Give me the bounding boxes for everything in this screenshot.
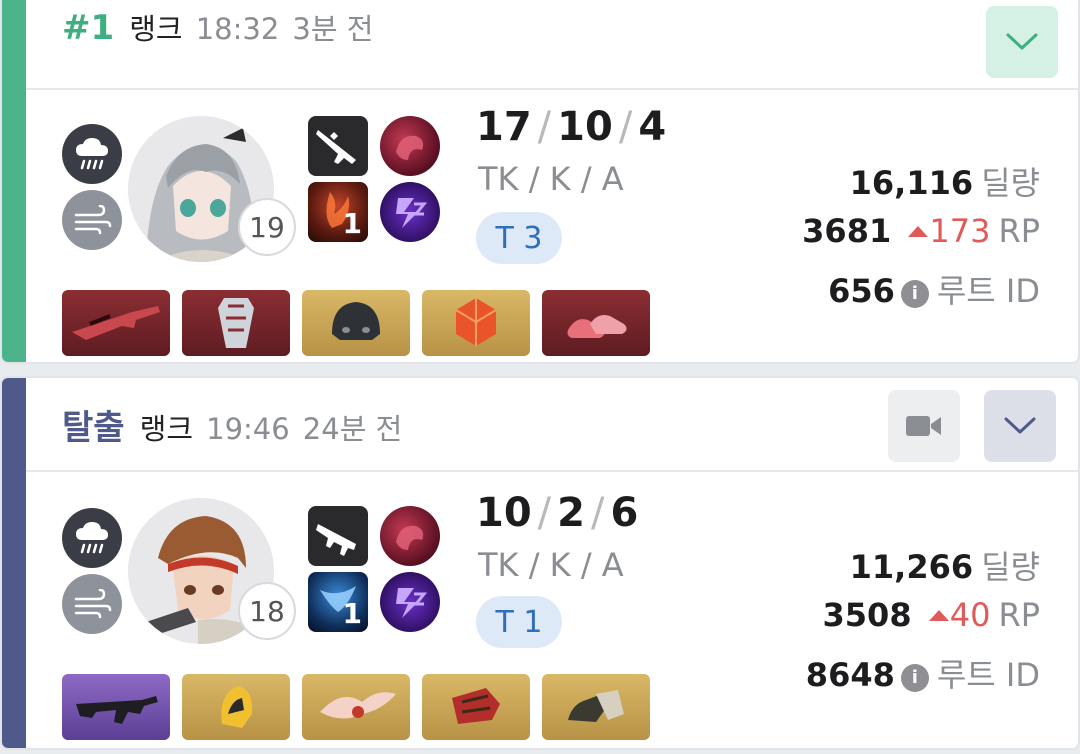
- rank-number: 탈출: [62, 408, 125, 448]
- kda-label: TK / K / A: [478, 160, 624, 198]
- skill-icon: 1: [308, 572, 368, 632]
- rank-number: #1: [62, 8, 115, 48]
- item-slot-chest[interactable]: [182, 290, 290, 356]
- helmet-icon: [332, 302, 380, 340]
- match-card: #1 랭크 18:32 3분 전 19 1 17 / 10 / 4 TK / K…: [0, 0, 1080, 364]
- match-time: 19:46: [206, 412, 290, 446]
- item-slot-leg[interactable]: [542, 674, 650, 740]
- sniper-rifle-icon: [308, 116, 368, 176]
- rain-icon: [62, 508, 122, 568]
- match-accent-bar: [2, 0, 26, 362]
- rp-change: 173: [929, 212, 991, 250]
- tier-badge: T 3: [476, 212, 562, 264]
- damage-value: 11,266: [849, 548, 974, 586]
- match-accent-bar: [2, 378, 26, 748]
- dice-icon: [455, 298, 497, 346]
- item-slot-head[interactable]: [182, 674, 290, 740]
- rp-stat: 3681 173 RP: [802, 212, 1040, 250]
- trait-icon-secondary: [380, 572, 440, 632]
- kda-a: 4: [638, 104, 667, 150]
- video-camera-icon: [906, 416, 941, 436]
- rp-unit: RP: [998, 596, 1040, 634]
- expand-button[interactable]: [984, 390, 1056, 462]
- chevron-down-icon: [1006, 33, 1038, 50]
- item-slot-head[interactable]: [302, 290, 410, 356]
- item-slot-weapon[interactable]: [62, 674, 170, 740]
- trait-icon-primary: [380, 506, 440, 566]
- wind-icon: [62, 574, 122, 634]
- tier-badge: T 1: [476, 596, 562, 648]
- route-id-label: 루트 ID: [936, 656, 1040, 694]
- match-header: #1 랭크 18:32 3분 전: [26, 0, 1078, 90]
- kda-a: 6: [610, 490, 639, 536]
- damage-stat: 16,116 딜량: [850, 158, 1040, 204]
- rp-change: 40: [949, 596, 991, 634]
- match-time: 18:32: [195, 12, 280, 46]
- skill-level: 1: [342, 207, 362, 240]
- shoes-icon: [567, 315, 627, 338]
- item-slot-chest[interactable]: [302, 674, 410, 740]
- damage-stat: 11,266 딜량: [850, 542, 1040, 588]
- assault-rifle-icon: [308, 506, 368, 566]
- route-stat: 656 i 루트 ID: [828, 266, 1040, 312]
- wing-icon: [320, 692, 396, 719]
- gauntlet-icon: [452, 688, 500, 724]
- damage-unit: 딜량: [981, 548, 1040, 586]
- rp-value: 3508: [822, 596, 912, 634]
- trait-icon-secondary: [380, 182, 440, 242]
- item-slot-leg[interactable]: [542, 290, 650, 356]
- sniper-rifle-icon: [72, 306, 160, 340]
- trait-icon-primary: [380, 116, 440, 176]
- skill-icon: 1: [308, 182, 368, 242]
- expand-button[interactable]: [986, 6, 1058, 78]
- kda-tk: 17: [476, 104, 532, 150]
- kda-value: 10/2/6: [476, 490, 639, 536]
- match-card: 탈출 랭크 19:46 24분 전 18 1 10 / 2 / 6 TK / K…: [0, 376, 1080, 750]
- route-id-label: 루트 ID: [936, 272, 1040, 310]
- route-id-value: 656: [828, 272, 895, 310]
- match-ago: 24분 전: [302, 412, 403, 446]
- mode-label: 랭크: [129, 12, 183, 46]
- rp-up-icon: [928, 610, 949, 621]
- item-slot-weapon[interactable]: [62, 290, 170, 356]
- level-badge: 19: [238, 198, 296, 256]
- rp-up-icon: [908, 226, 929, 237]
- info-icon[interactable]: i: [900, 280, 929, 308]
- route-stat: 8648 i 루트 ID: [806, 650, 1040, 696]
- match-ago: 3분 전: [292, 12, 374, 46]
- kda-k: 10: [557, 104, 613, 150]
- kda-label: TK / K / A: [478, 546, 624, 584]
- kda-tk: 10: [476, 490, 532, 536]
- route-id-value: 8648: [805, 656, 895, 694]
- kda-k: 2: [557, 490, 585, 536]
- skill-level: 1: [342, 597, 362, 630]
- wind-icon: [62, 190, 122, 250]
- rp-value: 3681: [802, 212, 892, 250]
- level-badge: 18: [238, 582, 296, 640]
- kda-value: 17/10/4: [476, 104, 667, 150]
- armor-icon: [218, 298, 254, 348]
- item-row: [62, 674, 662, 740]
- boots-icon: [568, 690, 624, 722]
- mode-label: 랭크: [139, 412, 194, 446]
- info-icon[interactable]: i: [900, 664, 929, 692]
- rp-stat: 3508 40 RP: [823, 596, 1040, 634]
- helmet-icon: [221, 686, 253, 728]
- item-slot-arm[interactable]: [422, 290, 530, 356]
- video-button[interactable]: [888, 390, 960, 462]
- item-row: [62, 290, 662, 356]
- item-slot-arm[interactable]: [422, 674, 530, 740]
- match-header: 탈출 랭크 19:46 24분 전: [26, 378, 1078, 472]
- rain-icon: [62, 124, 122, 184]
- rp-unit: RP: [998, 212, 1040, 250]
- damage-value: 16,116: [849, 164, 974, 202]
- assault-rifle-icon: [76, 696, 158, 724]
- damage-unit: 딜량: [981, 164, 1040, 202]
- chevron-down-icon: [1004, 417, 1036, 434]
